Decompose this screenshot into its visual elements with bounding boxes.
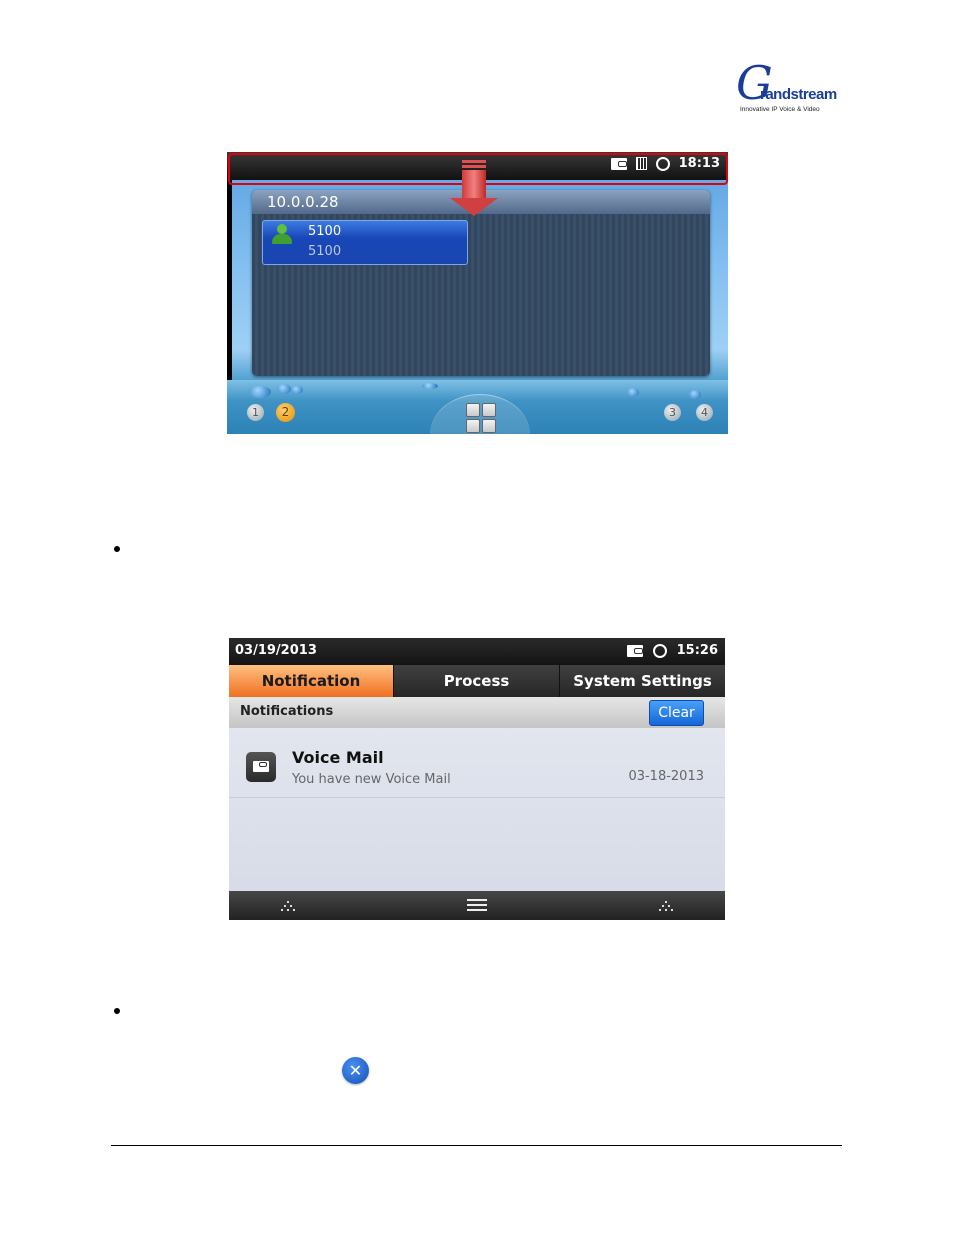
notification-text: You have new Voice Mail (292, 772, 451, 787)
tab-notification[interactable]: Notification (229, 665, 393, 697)
status-time: 15:26 (676, 643, 718, 658)
tab-bar: Notification Process System Settings (229, 665, 725, 697)
account-widget-title: 10.0.0.28 (267, 193, 339, 211)
contact-icon (272, 224, 292, 246)
account-number: 5100 (308, 244, 342, 259)
voicemail-icon (626, 644, 643, 657)
bullet (114, 1008, 120, 1014)
status-bar: 03/19/2013 15:26 (229, 638, 725, 665)
page-indicator-1[interactable]: 1 (247, 404, 264, 421)
close-icon: ✕ (342, 1057, 369, 1084)
arrow-down-icon (450, 160, 498, 216)
bullet (114, 546, 120, 552)
account-widget: 10.0.0.28 5100 5100 (252, 190, 710, 376)
notification-title: Voice Mail (292, 748, 384, 767)
voicemail-icon (246, 752, 276, 782)
recent-apps-icon[interactable] (658, 900, 674, 912)
notification-item[interactable]: Voice Mail You have new Voice Mail 03-18… (229, 738, 725, 798)
logo-tagline: Innovative IP Voice & Video (740, 106, 820, 113)
logo-wordmark: randstream (760, 86, 837, 103)
notification-panel-screenshot: 03/19/2013 15:26 Notification Process Sy… (229, 638, 725, 920)
tab-system-settings[interactable]: System Settings (559, 665, 725, 697)
account-name: 5100 (308, 224, 342, 239)
network-icon (652, 643, 667, 658)
footer-divider (111, 1145, 842, 1146)
page-indicator-2[interactable]: 2 (276, 403, 295, 422)
navigation-bar (229, 891, 725, 920)
menu-icon[interactable] (467, 899, 487, 913)
account-item[interactable]: 5100 5100 (262, 220, 468, 265)
app-drawer-icon[interactable] (466, 403, 496, 433)
page-indicator-3[interactable]: 3 (664, 404, 681, 421)
clear-button[interactable]: Clear (649, 700, 704, 726)
notification-date: 03-18-2013 (628, 769, 704, 784)
status-date: 03/19/2013 (235, 643, 317, 658)
home-screen-screenshot: 18:13 10.0.0.28 5100 5100 1 2 3 4 (227, 152, 728, 434)
tab-process[interactable]: Process (393, 665, 559, 697)
page-indicator-4[interactable]: 4 (696, 404, 713, 421)
notifications-header: Notifications Clear (229, 697, 725, 728)
notifications-label: Notifications (240, 704, 334, 719)
grandstream-logo: G randstream Innovative IP Voice & Video (736, 60, 840, 120)
recent-apps-icon[interactable] (280, 900, 296, 912)
